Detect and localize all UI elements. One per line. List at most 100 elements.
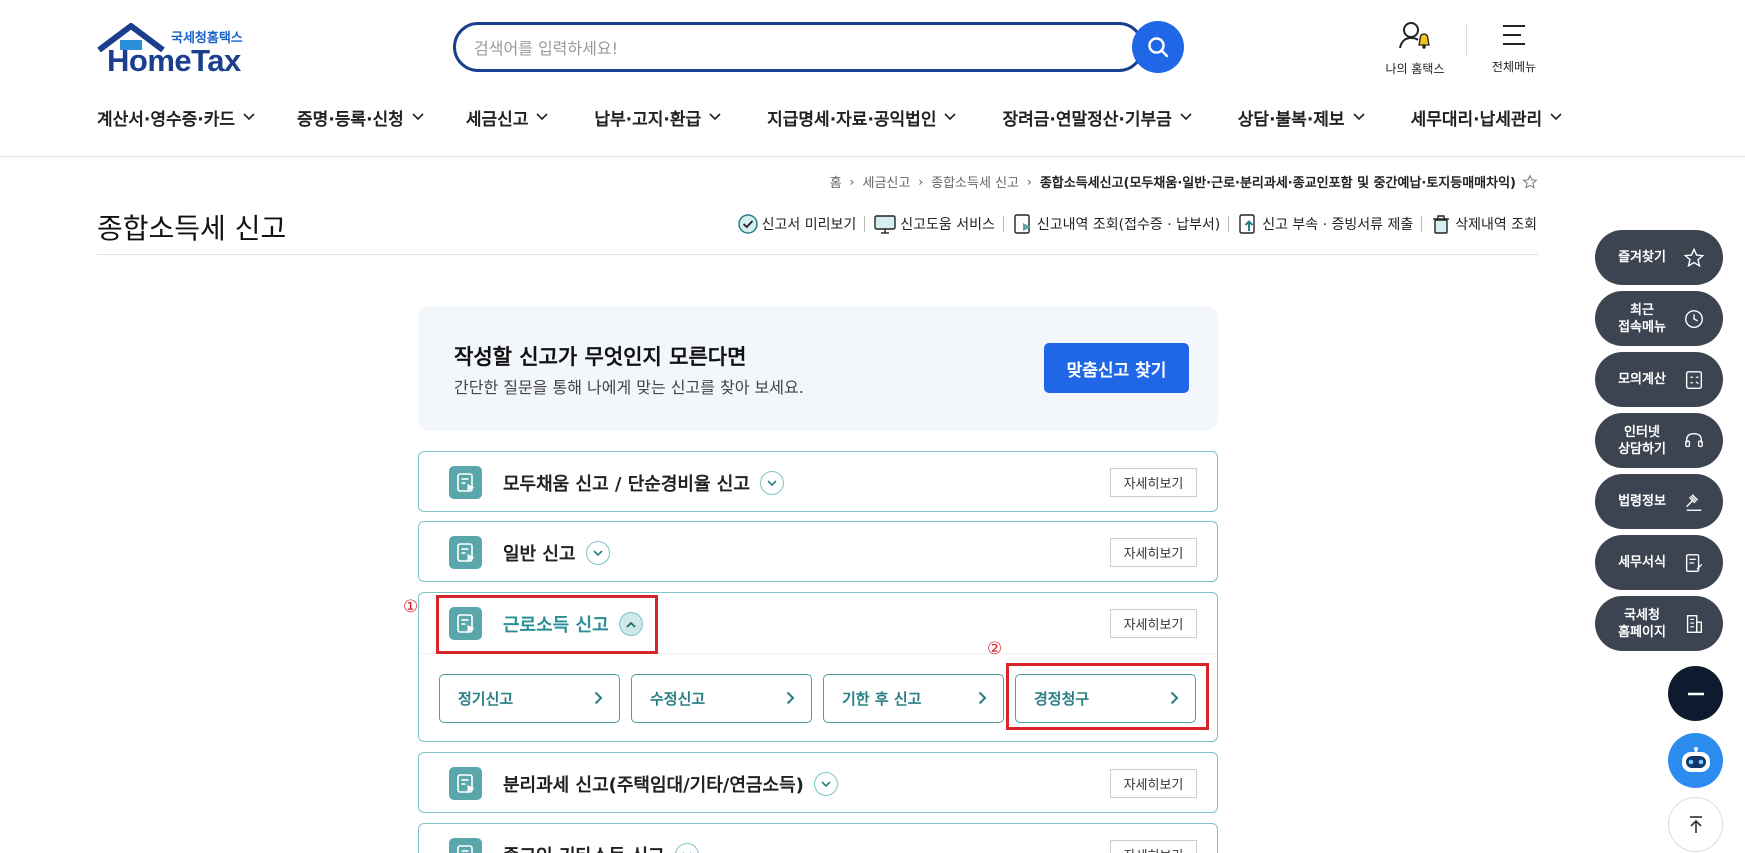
header-divider [1466,24,1467,56]
tool-label: 신고서 미리보기 [761,217,857,233]
document-upload-icon [1239,214,1255,234]
accordion-religious-income: 종교인 기타소득 신고 자세히보기 [418,823,1218,853]
accordion-title: 일반 신고 [503,540,610,566]
regular-filing-button[interactable]: 정기신고 [439,674,620,723]
tool-divider [1002,216,1004,232]
sub-button-label: 정기신고 [458,690,514,708]
banner-description: 간단한 질문을 통해 나에게 맞는 신고를 찾아 보세요. [454,378,804,397]
annotation-mark-2: ② [987,639,1003,659]
chevron-down-icon[interactable] [759,471,784,495]
quick-law-info[interactable]: 법령정보 [1595,474,1723,529]
breadcrumb-separator: › [849,174,855,189]
accordion-header[interactable]: 분리과세 신고(주택임대/기타/연금소득) 자세히보기 [419,753,1217,813]
breadcrumb-tax-filing[interactable]: 세금신고 [862,172,910,191]
breadcrumb-home[interactable]: 홈 [830,172,842,191]
preview-return-link[interactable]: 신고서 미리보기 [737,213,857,235]
chevron-down-icon [709,113,721,121]
chevron-down-icon [243,113,255,121]
filing-help-link[interactable]: 신고도움 서비스 [873,213,995,235]
custom-filing-button[interactable]: 맞춤신고 찾기 [1044,343,1189,393]
sub-button-label: 기한 후 신고 [842,690,922,708]
quick-label: 법령정보 [1618,494,1666,509]
detail-button[interactable]: 자세히보기 [1110,769,1197,798]
accordion-general: 일반 신고 자세히보기 [418,521,1218,582]
clock-icon [1685,309,1703,328]
search-icon [1148,37,1169,58]
breadcrumb-current: 종합소득세신고(모두채움·일반·근로·분리과세·종교인포함 및 중간예납·토지등… [1039,176,1516,191]
hometax-logo[interactable]: 국세청홈택스 HomeTax [97,22,257,78]
accordion-title-text: 분리과세 신고(주택임대/기타/연금소득) [503,775,804,796]
gnb-item-certificate[interactable]: 증명·등록·신청 [297,103,424,131]
chevron-down-icon [412,113,424,121]
scroll-top-button[interactable] [1668,797,1723,852]
quick-favorites[interactable]: 즐겨찾기 [1595,230,1723,285]
submit-documents-link[interactable]: 신고 부속 · 증빙서류 제출 [1237,213,1413,235]
breadcrumb-separator: › [918,174,924,189]
custom-filing-banner: 작성할 신고가 무엇인지 모른다면 간단한 질문을 통해 나에게 맞는 신고를 … [418,306,1218,431]
quick-online-consult[interactable]: 인터넷 상담하기 [1595,413,1723,468]
tool-label: 신고내역 조회(접수증 · 납부서) [1036,217,1221,233]
gnb-item-statement[interactable]: 지급명세·자료·공익법인 [767,103,957,131]
quick-label: 최근 접속메뉴 [1618,302,1666,335]
deleted-history-link[interactable]: 삭제내역 조회 [1430,213,1537,235]
building-icon [1686,614,1703,633]
quick-label: 세무서식 [1618,555,1666,570]
accordion-header[interactable]: 종교인 기타소득 신고 자세히보기 [419,824,1217,853]
breadcrumb-income-tax[interactable]: 종합소득세 신고 [931,172,1019,191]
detail-button[interactable]: 자세히보기 [1110,468,1197,497]
document-play-icon [449,767,482,800]
accordion-header[interactable]: 모두채움 신고 / 단순경비율 신고 자세히보기 [419,452,1217,512]
gnb-label: 지급명세·자료·공익법인 [767,109,937,130]
gnb-item-invoice[interactable]: 계산서·영수증·카드 [97,103,255,131]
gnb-item-agent[interactable]: 세무대리·납세관리 [1411,103,1563,131]
accordion-title: 모두채움 신고 / 단순경비율 신고 [503,470,784,496]
quick-recent-menu[interactable]: 최근 접속메뉴 [1595,291,1723,346]
my-hometax-button[interactable]: 나의 홈택스 [1375,20,1455,77]
accordion-header[interactable]: 일반 신고 자세히보기 [419,522,1217,582]
late-filing-button[interactable]: 기한 후 신고 [823,674,1004,723]
my-hometax-label: 나의 홈택스 [1385,62,1445,76]
search-box [453,22,1144,72]
chevron-down-icon [536,113,548,121]
minus-icon [1687,692,1704,695]
tool-label: 삭제내역 조회 [1455,217,1537,233]
amended-filing-button[interactable]: 수정신고 [631,674,812,723]
logo-title: HomeTax [107,43,241,78]
gnb-item-tax-filing[interactable]: 세금신고 [466,103,549,131]
filing-history-link[interactable]: 신고내역 조회(접수증 · 납부서) [1012,213,1220,235]
tool-label: 신고도움 서비스 [900,217,995,233]
collapse-quick-menu-button[interactable] [1668,666,1723,721]
tool-divider [1228,216,1230,232]
quick-nts-homepage[interactable]: 국세청 홈페이지 [1595,596,1723,651]
chevron-right-icon [978,691,987,705]
title-divider [97,254,1538,255]
check-circle-icon [737,214,758,234]
calculator-icon [1685,370,1703,389]
star-outline-icon [1683,247,1705,267]
gnb-label: 계산서·영수증·카드 [97,109,236,130]
quick-label: 즐겨찾기 [1618,250,1666,265]
gnb-item-incentive[interactable]: 장려금·연말정산·기부금 [1002,103,1192,131]
gnb-label: 증명·등록·신청 [297,109,404,130]
quick-tax-forms[interactable]: 세무서식 [1595,535,1723,590]
detail-button[interactable]: 자세히보기 [1110,538,1197,567]
chevron-down-icon[interactable] [585,541,610,565]
gnb-item-consult[interactable]: 상담·불복·제보 [1238,103,1365,131]
tool-label: 신고 부속 · 증빙서류 제출 [1262,217,1414,233]
gnb-label: 상담·불복·제보 [1237,109,1345,130]
search-input[interactable] [474,35,1074,61]
gnb-item-payment[interactable]: 납부·고지·환급 [594,103,721,131]
chevron-down-icon[interactable] [674,843,699,853]
gnb-label: 세무대리·납세관리 [1410,109,1543,130]
chatbot-button[interactable] [1668,733,1723,788]
headset-icon [1685,432,1703,447]
chevron-down-icon[interactable] [813,772,838,796]
detail-button[interactable]: 자세히보기 [1110,840,1197,853]
all-menu-button[interactable]: 전체메뉴 [1484,20,1544,75]
search-button[interactable] [1132,21,1184,73]
detail-button[interactable]: 자세히보기 [1110,609,1197,638]
trash-icon [1433,215,1450,234]
annotation-box-2 [1006,663,1209,730]
star-outline-icon[interactable] [1522,173,1538,190]
quick-simulation[interactable]: 모의계산 [1595,352,1723,407]
